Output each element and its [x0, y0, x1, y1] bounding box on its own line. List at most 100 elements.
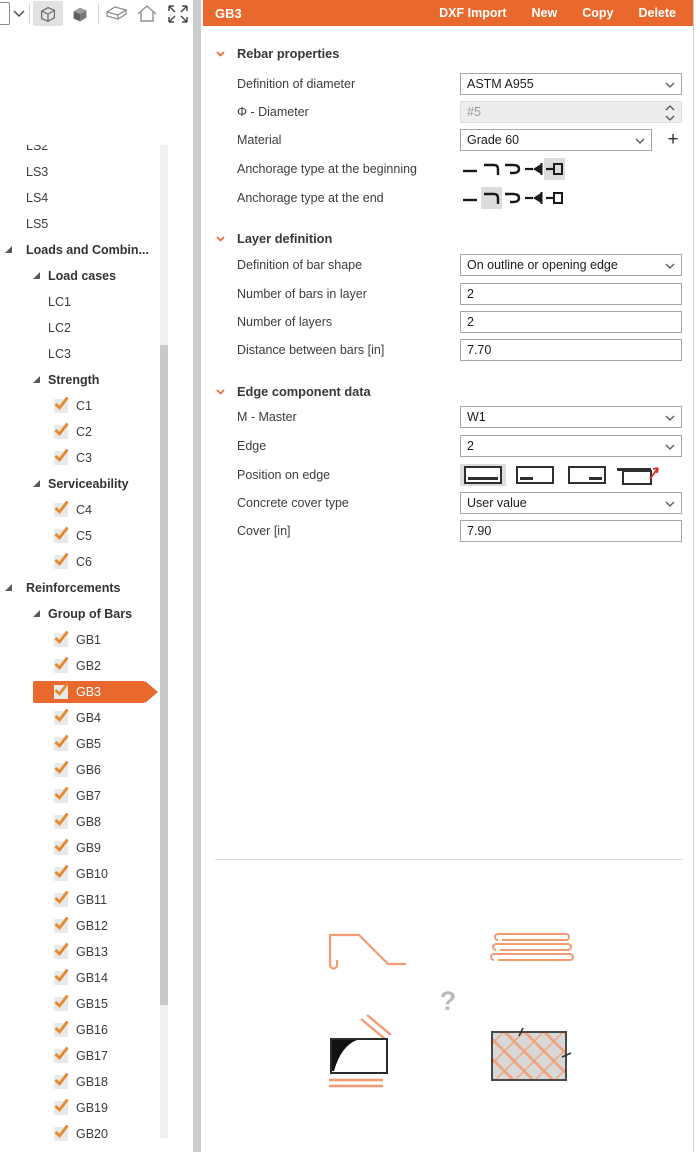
tree-item-gb6[interactable]: GB6 — [0, 759, 162, 781]
spinner-arrows-icon[interactable] — [665, 104, 675, 122]
master-select[interactable]: W1 — [460, 406, 682, 428]
checkbox[interactable] — [54, 529, 68, 543]
tree-item-gb5[interactable]: GB5 — [0, 733, 162, 755]
checkbox[interactable] — [54, 971, 68, 985]
tree-item-ls3[interactable]: LS3 — [0, 161, 162, 183]
edge-select[interactable]: 2 — [460, 435, 682, 457]
checkbox[interactable] — [54, 997, 68, 1011]
tree-item-c3[interactable]: C3 — [0, 447, 162, 469]
expander-icon[interactable] — [33, 610, 40, 617]
tree-item-load-cases[interactable]: Load cases — [0, 265, 162, 287]
tree-item-ls5[interactable]: LS5 — [0, 213, 162, 235]
tree-item-gb18[interactable]: GB18 — [0, 1071, 162, 1093]
checkbox[interactable] — [54, 633, 68, 647]
tree-item-gb4[interactable]: GB4 — [0, 707, 162, 729]
chevron-down-icon[interactable] — [13, 10, 25, 17]
tree-item-gb1[interactable]: GB1 — [0, 629, 162, 651]
sidebar-scrollbar-thumb[interactable] — [160, 345, 168, 1005]
tree-item-gb17[interactable]: GB17 — [0, 1045, 162, 1067]
section-view-button[interactable] — [102, 1, 132, 26]
checkbox[interactable] — [54, 737, 68, 751]
tree-item-lc2[interactable]: LC2 — [0, 317, 162, 339]
checkbox[interactable] — [54, 659, 68, 673]
zoom-fit-button[interactable] — [163, 1, 193, 26]
position-right-end-button[interactable] — [564, 464, 610, 486]
checkbox[interactable] — [54, 1075, 68, 1089]
checkbox[interactable] — [54, 711, 68, 725]
checkbox[interactable] — [54, 425, 68, 439]
checkbox[interactable] — [54, 867, 68, 881]
tree-item-strength[interactable]: Strength — [0, 369, 162, 391]
tree-item-gb10[interactable]: GB10 — [0, 863, 162, 885]
delete-button[interactable]: Delete — [638, 6, 676, 20]
expander-icon[interactable] — [33, 480, 40, 487]
anchor-hook-button[interactable] — [502, 187, 523, 209]
bar-shape-select[interactable]: On outline or opening edge — [460, 254, 682, 276]
anchor-straight-button[interactable] — [460, 187, 481, 209]
tree-item-gb3[interactable]: GB3 — [0, 681, 162, 703]
dxf-import-button[interactable]: DXF Import — [439, 6, 506, 20]
checkbox[interactable] — [54, 789, 68, 803]
solid-cube-button[interactable] — [65, 1, 95, 26]
distance-between-bars-input[interactable]: 7.70 — [460, 339, 682, 361]
tree-item-gb11[interactable]: GB11 — [0, 889, 162, 911]
expander-icon[interactable] — [5, 246, 12, 253]
checkbox[interactable] — [54, 1101, 68, 1115]
tree-item-c6[interactable]: C6 — [0, 551, 162, 573]
tree-item-gb15[interactable]: GB15 — [0, 993, 162, 1015]
position-left-end-button[interactable] — [512, 464, 558, 486]
tree-item-gb16[interactable]: GB16 — [0, 1019, 162, 1041]
concrete-cover-type-select[interactable]: User value — [460, 492, 682, 514]
tree-item-gb13[interactable]: GB13 — [0, 941, 162, 963]
tree-item-c2[interactable]: C2 — [0, 421, 162, 443]
anchor-bend-button[interactable] — [481, 187, 502, 209]
expander-icon[interactable] — [33, 272, 40, 279]
checkbox[interactable] — [54, 555, 68, 569]
checkbox[interactable] — [54, 399, 68, 413]
bars-in-layer-input[interactable]: 2 — [460, 283, 682, 305]
tree-item-gb9[interactable]: GB9 — [0, 837, 162, 859]
view-combo[interactable] — [0, 2, 10, 25]
tree-item-ls2[interactable]: LS2 — [0, 145, 162, 157]
position-full-width-button[interactable] — [460, 464, 506, 486]
expander-icon[interactable] — [5, 584, 12, 591]
tree-item-gb12[interactable]: GB12 — [0, 915, 162, 937]
copy-button[interactable]: Copy — [582, 6, 613, 20]
tree-item-reinforcements[interactable]: Reinforcements — [0, 577, 162, 599]
checkbox[interactable] — [54, 945, 68, 959]
number-of-layers-input[interactable]: 2 — [460, 311, 682, 333]
anchor-bend-button[interactable] — [481, 158, 502, 180]
anchor-plate-button[interactable] — [544, 158, 565, 180]
tree-item-gb8[interactable]: GB8 — [0, 811, 162, 833]
checkbox[interactable] — [54, 841, 68, 855]
tree-item-gb14[interactable]: GB14 — [0, 967, 162, 989]
definition-of-diameter-select[interactable]: ASTM A955 — [460, 73, 682, 95]
anchor-straight-button[interactable] — [460, 158, 481, 180]
checkbox[interactable] — [54, 1127, 68, 1141]
tree-item-group-of-bars[interactable]: Group of Bars — [0, 603, 162, 625]
tree-item-c5[interactable]: C5 — [0, 525, 162, 547]
checkbox[interactable] — [54, 893, 68, 907]
tree-item-gb20[interactable]: GB20 — [0, 1123, 162, 1145]
tree-item-loads-and-combin-[interactable]: Loads and Combin... — [0, 239, 162, 261]
position-offset-button[interactable] — [616, 464, 662, 486]
checkbox[interactable] — [54, 451, 68, 465]
expander-icon[interactable] — [33, 376, 40, 383]
new-button[interactable]: New — [532, 6, 558, 20]
home-view-button[interactable] — [132, 1, 162, 26]
tree-item-gb7[interactable]: GB7 — [0, 785, 162, 807]
tree-item-ls4[interactable]: LS4 — [0, 187, 162, 209]
checkbox[interactable] — [54, 763, 68, 777]
tree-item-serviceability[interactable]: Serviceability — [0, 473, 162, 495]
wireframe-cube-button[interactable] — [33, 1, 63, 26]
anchor-welded-bar-button[interactable] — [523, 158, 544, 180]
cover-input[interactable]: 7.90 — [460, 520, 682, 542]
checkbox[interactable] — [54, 815, 68, 829]
checkbox[interactable] — [54, 685, 68, 699]
checkbox[interactable] — [54, 919, 68, 933]
tree-item-gb19[interactable]: GB19 — [0, 1097, 162, 1119]
checkbox[interactable] — [54, 1049, 68, 1063]
add-material-button[interactable]: + — [663, 128, 683, 152]
tree-item-lc3[interactable]: LC3 — [0, 343, 162, 365]
checkbox[interactable] — [54, 1023, 68, 1037]
